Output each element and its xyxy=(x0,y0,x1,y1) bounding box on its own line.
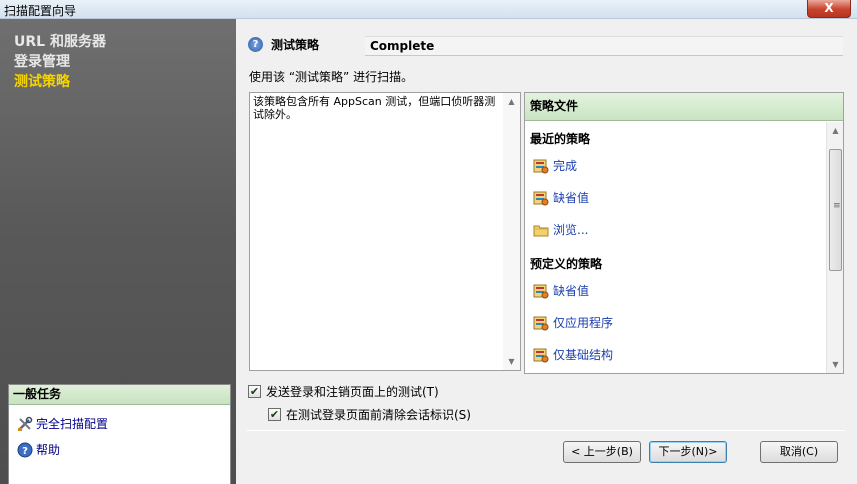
tools-icon xyxy=(17,416,33,432)
predefined-policy-infrastructure-only[interactable]: 仅基础结构 xyxy=(533,346,613,363)
policy-file-icon xyxy=(533,315,549,331)
next-button[interactable]: 下一步(N)> xyxy=(649,441,727,463)
send-login-tests-option[interactable]: ✔ 发送登录和注销页面上的测试(T) xyxy=(248,383,439,400)
scroll-down-arrow-icon[interactable]: ▼ xyxy=(503,357,520,366)
scroll-down-arrow-icon[interactable]: ▼ xyxy=(827,360,844,369)
title-bar: 扫描配置向导 X xyxy=(0,0,857,19)
scroll-up-arrow-icon[interactable]: ▲ xyxy=(827,126,844,135)
grip-icon: ≡ xyxy=(833,201,841,211)
task-label: 完全扫描配置 xyxy=(36,417,109,431)
instruction-text: 使用该 “测试策略” 进行扫描。 xyxy=(249,70,414,84)
policy-files-scrollbar[interactable]: ▲ ≡ ▼ xyxy=(826,122,843,373)
recent-policy-default[interactable]: 缺省值 xyxy=(533,189,589,206)
file-link-label: 浏览... xyxy=(553,223,589,237)
file-link-label: 仅应用程序 xyxy=(553,316,614,330)
policy-file-icon xyxy=(533,158,549,174)
svg-text:?: ? xyxy=(22,446,28,457)
clear-session-ids-option[interactable]: ✔ 在测试登录页面前清除会话标识(S) xyxy=(268,406,471,423)
task-help[interactable]: ? 帮助 xyxy=(17,441,60,458)
help-icon[interactable]: ? xyxy=(248,37,263,52)
main-panel: ? 测试策略 Complete 使用该 “测试策略” 进行扫描。 该策略包含所有… xyxy=(236,19,857,484)
task-full-scan-config[interactable]: 完全扫描配置 xyxy=(17,415,108,432)
description-scrollbar[interactable]: ▲ ▼ xyxy=(503,93,520,370)
cancel-button[interactable]: 取消(C) xyxy=(760,441,838,463)
nav-item-test-policy[interactable]: 测试策略 xyxy=(14,72,106,92)
policy-file-icon xyxy=(533,283,549,299)
nav-item-login-management[interactable]: 登录管理 xyxy=(14,52,106,72)
predefined-policy-default[interactable]: 缺省值 xyxy=(533,282,589,299)
general-tasks-panel: 一般任务 完全扫描配置 ? 帮助 xyxy=(8,384,231,484)
back-button[interactable]: < 上一步(B) xyxy=(563,441,641,463)
scrollbar-thumb[interactable]: ≡ xyxy=(829,149,842,271)
policy-files-header: 策略文件 xyxy=(525,93,843,121)
general-tasks-header: 一般任务 xyxy=(9,385,230,405)
recent-policies-label: 最近的策略 xyxy=(530,132,591,146)
close-button[interactable]: X xyxy=(807,0,851,18)
checkbox[interactable]: ✔ xyxy=(248,385,261,398)
policy-files-panel: 策略文件 最近的策略 完成 缺省值 浏览... 预定义的策略 缺省值 仅应用程序… xyxy=(524,92,844,374)
policy-file-icon xyxy=(533,347,549,363)
current-policy-field: Complete xyxy=(365,36,843,56)
file-link-label: 完成 xyxy=(553,159,578,173)
nav-item-url-servers[interactable]: URL 和服务器 xyxy=(14,32,106,52)
wizard-sidebar: URL 和服务器 登录管理 测试策略 一般任务 完全扫描配置 ? 帮助 xyxy=(0,19,236,484)
task-label: 帮助 xyxy=(36,443,61,457)
browse-policy-link[interactable]: 浏览... xyxy=(533,221,588,238)
checkbox-label: 发送登录和注销页面上的测试(T) xyxy=(266,385,439,399)
file-link-label: 仅基础结构 xyxy=(553,348,614,362)
wizard-steps: URL 和服务器 登录管理 测试策略 xyxy=(14,32,106,92)
section-title: 测试策略 xyxy=(271,38,320,52)
section-header: ? 测试策略 xyxy=(248,36,319,53)
policy-description-box: 该策略包含所有 AppScan 测试，但端口侦听器测试除外。 ▲ ▼ xyxy=(249,92,521,371)
predefined-policies-label: 预定义的策略 xyxy=(530,257,603,271)
recent-policy-complete[interactable]: 完成 xyxy=(533,157,577,174)
checkbox-label: 在测试登录页面前清除会话标识(S) xyxy=(286,408,471,422)
window-title: 扫描配置向导 xyxy=(4,4,77,18)
divider xyxy=(246,430,845,431)
folder-icon xyxy=(533,222,549,238)
scroll-up-arrow-icon[interactable]: ▲ xyxy=(503,97,520,106)
policy-description: 该策略包含所有 AppScan 测试，但端口侦听器测试除外。 xyxy=(253,95,496,121)
file-link-label: 缺省值 xyxy=(553,191,590,205)
predefined-policy-application-only[interactable]: 仅应用程序 xyxy=(533,314,613,331)
policy-file-icon xyxy=(533,190,549,206)
checkbox[interactable]: ✔ xyxy=(268,408,281,421)
file-link-label: 缺省值 xyxy=(553,284,590,298)
help-icon: ? xyxy=(17,442,33,458)
